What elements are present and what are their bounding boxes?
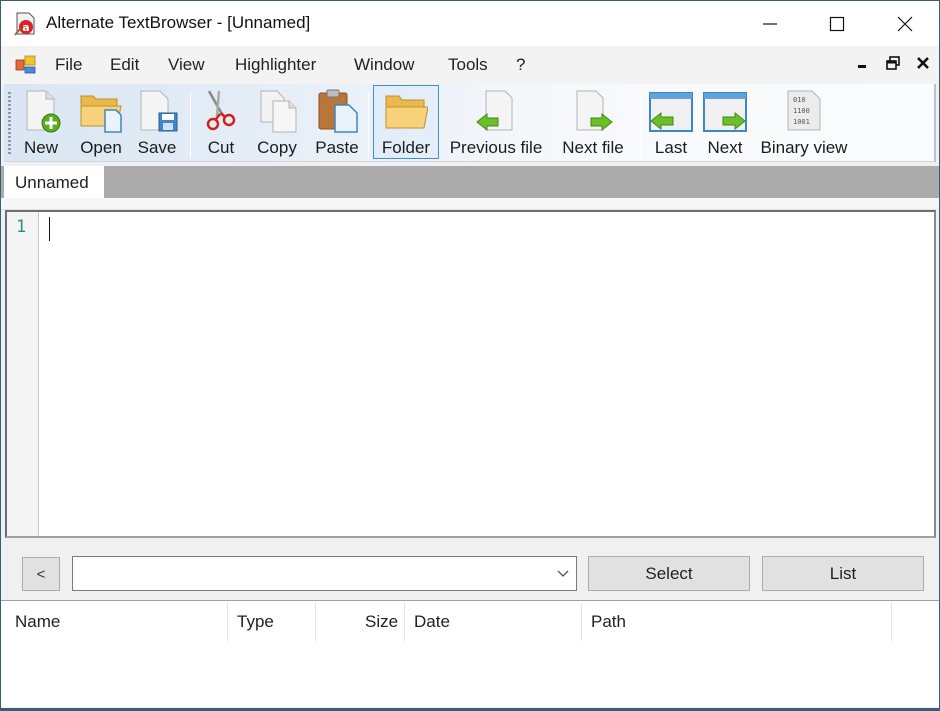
close-icon: [897, 16, 913, 31]
tab-unnamed[interactable]: Unnamed: [4, 166, 104, 200]
column-header-date[interactable]: Date: [414, 601, 450, 641]
column-header-path[interactable]: Path: [591, 601, 626, 641]
maximize-icon: [829, 16, 845, 31]
select-button[interactable]: Select: [588, 556, 750, 591]
toolbar-separator: [190, 92, 191, 158]
column-divider[interactable]: [404, 603, 405, 641]
previous-file-label: Previous file: [449, 138, 543, 157]
next-file-button[interactable]: Next file: [558, 86, 628, 160]
next-window-icon: [703, 88, 747, 134]
app-window: a Alternate TextBrowser - [Unnamed] File…: [0, 0, 940, 711]
new-file-icon: [19, 88, 63, 134]
paste-label: Paste: [315, 138, 359, 157]
cut-button[interactable]: Cut: [199, 86, 243, 160]
text-caret: [49, 217, 50, 241]
paste-button[interactable]: Paste: [310, 86, 364, 160]
save-icon: [135, 88, 179, 134]
column-header-size[interactable]: Size: [365, 601, 398, 641]
column-divider[interactable]: [581, 603, 582, 641]
minimize-icon: [763, 22, 777, 25]
menu-help[interactable]: ?: [516, 55, 525, 75]
title-bar[interactable]: a Alternate TextBrowser - [Unnamed]: [1, 1, 939, 46]
next-button[interactable]: Next: [701, 86, 749, 160]
next-file-icon: [571, 88, 615, 134]
window-title: Alternate TextBrowser - [Unnamed]: [46, 13, 311, 32]
chevron-down-icon[interactable]: [556, 566, 570, 580]
last-label: Last: [654, 138, 688, 157]
mdi-close-icon: [917, 57, 929, 69]
toolbar-separator: [368, 92, 369, 158]
file-search-bar: < Select List: [1, 538, 939, 600]
last-button[interactable]: Last: [647, 86, 695, 160]
paste-icon: [315, 88, 359, 134]
copy-label: Copy: [257, 138, 297, 157]
open-label: Open: [80, 138, 122, 157]
line-number-gutter: 1: [7, 212, 39, 536]
binary-text-1: 010: [793, 96, 806, 104]
mdi-minimize-button[interactable]: [857, 54, 867, 75]
folder-label: Folder: [381, 138, 431, 157]
column-header-name[interactable]: Name: [15, 601, 60, 641]
folder-icon: [384, 88, 429, 134]
menu-view[interactable]: View: [168, 55, 205, 75]
menu-tools[interactable]: Tools: [448, 55, 488, 75]
previous-file-button[interactable]: Previous file: [446, 86, 546, 160]
menu-file[interactable]: File: [55, 55, 82, 75]
cut-label: Cut: [207, 138, 235, 157]
mdi-restore-icon: [886, 56, 900, 70]
text-editor[interactable]: 1: [5, 210, 936, 538]
maximize-button[interactable]: [803, 1, 871, 46]
binary-view-icon: 010 1100 1001: [782, 88, 826, 134]
mdi-close-button[interactable]: [916, 56, 930, 75]
document-tab-strip: Unnamed: [1, 164, 939, 200]
column-divider[interactable]: [891, 603, 892, 641]
binary-text-2: 1100: [793, 107, 810, 115]
mdi-minimize-icon: [858, 65, 866, 68]
mdi-child-icon[interactable]: [15, 55, 37, 75]
save-label: Save: [137, 138, 177, 157]
toolbar: New Open Save Cut Copy Paste Folder Prev…: [4, 84, 936, 162]
back-button[interactable]: <: [22, 557, 60, 591]
toolbar-separator: [640, 92, 641, 158]
column-divider[interactable]: [315, 603, 316, 641]
list-button[interactable]: List: [762, 556, 924, 591]
column-divider[interactable]: [227, 603, 228, 641]
menu-window[interactable]: Window: [354, 55, 414, 75]
copy-icon: [255, 88, 299, 134]
path-combobox[interactable]: [72, 556, 577, 591]
menu-edit[interactable]: Edit: [110, 55, 139, 75]
line-number: 1: [16, 217, 27, 237]
binary-text-3: 1001: [793, 118, 810, 126]
file-list[interactable]: Name Type Size Date Path: [1, 600, 939, 707]
menu-bar: File Edit View Highlighter Window Tools …: [1, 46, 939, 84]
folder-button[interactable]: Folder: [373, 85, 439, 159]
new-label: New: [23, 138, 58, 157]
scissors-icon: [199, 88, 243, 134]
binary-view-label: Binary view: [760, 138, 848, 157]
menu-highlighter[interactable]: Highlighter: [235, 55, 316, 75]
close-button[interactable]: [871, 1, 939, 46]
svg-text:a: a: [22, 21, 29, 34]
minimize-button[interactable]: [736, 1, 804, 46]
copy-button[interactable]: Copy: [252, 86, 302, 160]
column-header-type[interactable]: Type: [237, 601, 274, 641]
next-label: Next: [707, 138, 743, 157]
open-button[interactable]: Open: [76, 86, 126, 160]
tab-divider: [1, 198, 939, 210]
toolbar-grip[interactable]: [8, 92, 11, 156]
next-file-label: Next file: [562, 138, 624, 157]
open-folder-icon: [79, 88, 123, 134]
last-window-icon: [649, 88, 693, 134]
binary-view-button[interactable]: 010 1100 1001 Binary view: [756, 86, 852, 160]
previous-file-icon: [474, 88, 518, 134]
app-logo-icon: a: [14, 12, 36, 36]
new-button[interactable]: New: [18, 86, 64, 160]
save-button[interactable]: Save: [135, 86, 179, 160]
mdi-restore-button[interactable]: [886, 56, 900, 75]
